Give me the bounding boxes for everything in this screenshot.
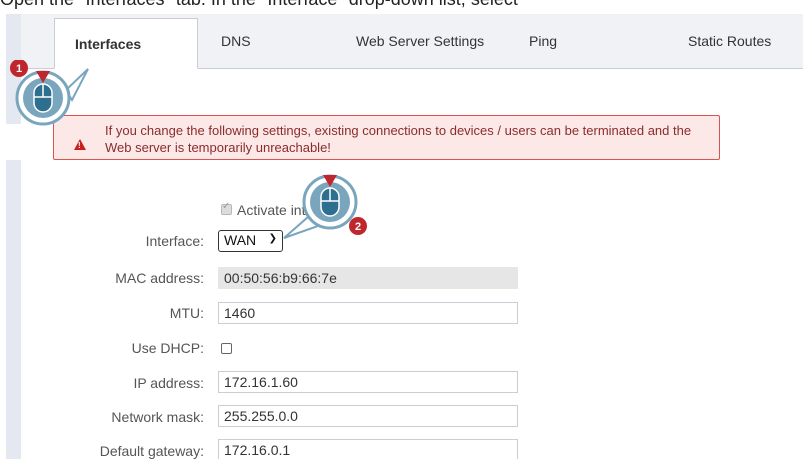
default-gateway-label: Default gateway: <box>99 443 204 459</box>
tab-static-routes[interactable]: Static Routes <box>688 22 771 60</box>
use-dhcp-checkbox[interactable] <box>221 343 232 354</box>
step-marker-1-label: 1 <box>16 63 22 75</box>
interface-label: Interface: <box>145 233 204 249</box>
use-dhcp-label: Use DHCP: <box>131 340 204 356</box>
tab-ping[interactable]: Ping <box>529 22 557 60</box>
mouse-icon <box>320 187 340 217</box>
tab-dns[interactable]: DNS <box>221 22 251 60</box>
mtu-label: MTU: <box>169 305 204 321</box>
mouse-click-callout-2: 2 <box>283 174 367 239</box>
default-gateway-field[interactable]: 172.16.0.1 <box>218 439 518 459</box>
ip-address-label: IP address: <box>133 375 204 391</box>
activate-interface-checkbox[interactable] <box>221 201 232 215</box>
mouse-icon <box>33 83 53 113</box>
interface-select-value: WAN <box>224 232 257 248</box>
left-sidebar-strip <box>6 160 21 459</box>
network-mask-label: Network mask: <box>111 409 204 425</box>
tab-web-server-settings[interactable]: Web Server Settings <box>356 22 484 60</box>
mtu-field[interactable]: 1460 <box>218 302 518 324</box>
mac-address-label: MAC address: <box>115 270 204 286</box>
warning-banner: ! If you change the following settings, … <box>53 115 720 160</box>
ip-address-field[interactable]: 172.16.1.60 <box>218 371 518 393</box>
mouse-click-callout-1: 1 <box>10 60 89 126</box>
step-marker-2-label: 2 <box>355 221 361 233</box>
instruction-text: Open the "Interfaces" tab. In the "Inter… <box>0 0 803 9</box>
warning-text: If you change the following settings, ex… <box>105 123 692 155</box>
mac-address-field: 00:50:56:b9:66:7e <box>218 267 518 289</box>
network-mask-field[interactable]: 255.255.0.0 <box>218 405 518 427</box>
